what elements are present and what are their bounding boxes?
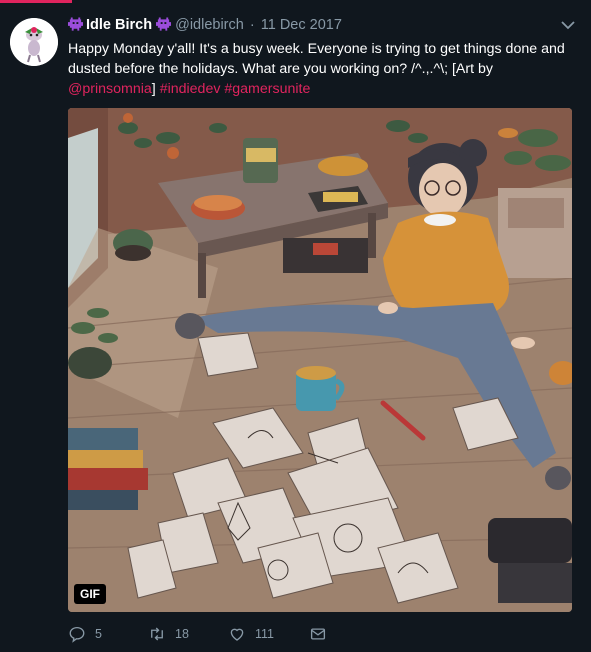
retweet-count: 18 [175, 627, 189, 641]
alien-monster-emoji-icon [68, 17, 83, 31]
heart-icon [230, 628, 244, 641]
tweet-header: Idle Birch @idlebirch · 11 Dec 2017 [68, 17, 568, 37]
tweet-date[interactable]: 11 Dec 2017 [261, 17, 342, 33]
direct-message-button[interactable] [309, 622, 327, 646]
chevron-down-icon[interactable] [561, 20, 575, 30]
tweet-body: Happy Monday y'all! It's a busy week. Ev… [68, 41, 565, 77]
user-handle[interactable]: @idlebirch [175, 17, 244, 33]
display-name[interactable]: Idle Birch [86, 17, 152, 33]
envelope-icon [310, 628, 326, 640]
like-count: 111 [255, 627, 275, 641]
tweet-text-bracket: ] [151, 81, 160, 97]
hashtag-link[interactable]: #indiedev [160, 81, 221, 97]
alien-monster-emoji-icon [156, 17, 172, 31]
reply-button[interactable]: 5 [68, 622, 102, 646]
retweet-icon [151, 627, 163, 641]
reply-count: 5 [95, 627, 102, 641]
avatar[interactable] [10, 18, 58, 66]
gif-badge: GIF [74, 584, 106, 604]
mention-link[interactable]: @prinsomnia [68, 81, 152, 97]
tweet-text: Happy Monday y'all! It's a busy week. Ev… [68, 39, 568, 99]
tweet: Idle Birch @idlebirch · 11 Dec 2017 Happ… [0, 0, 591, 652]
media-gif[interactable] [68, 108, 572, 612]
tweet-actions: 5 18 111 [68, 622, 568, 646]
hashtag-link[interactable]: #gamersunite [224, 81, 310, 97]
separator-dot: · [249, 17, 255, 33]
retweet-button[interactable]: 18 [148, 622, 189, 646]
like-button[interactable]: 111 [228, 622, 274, 646]
reply-icon [69, 626, 85, 643]
